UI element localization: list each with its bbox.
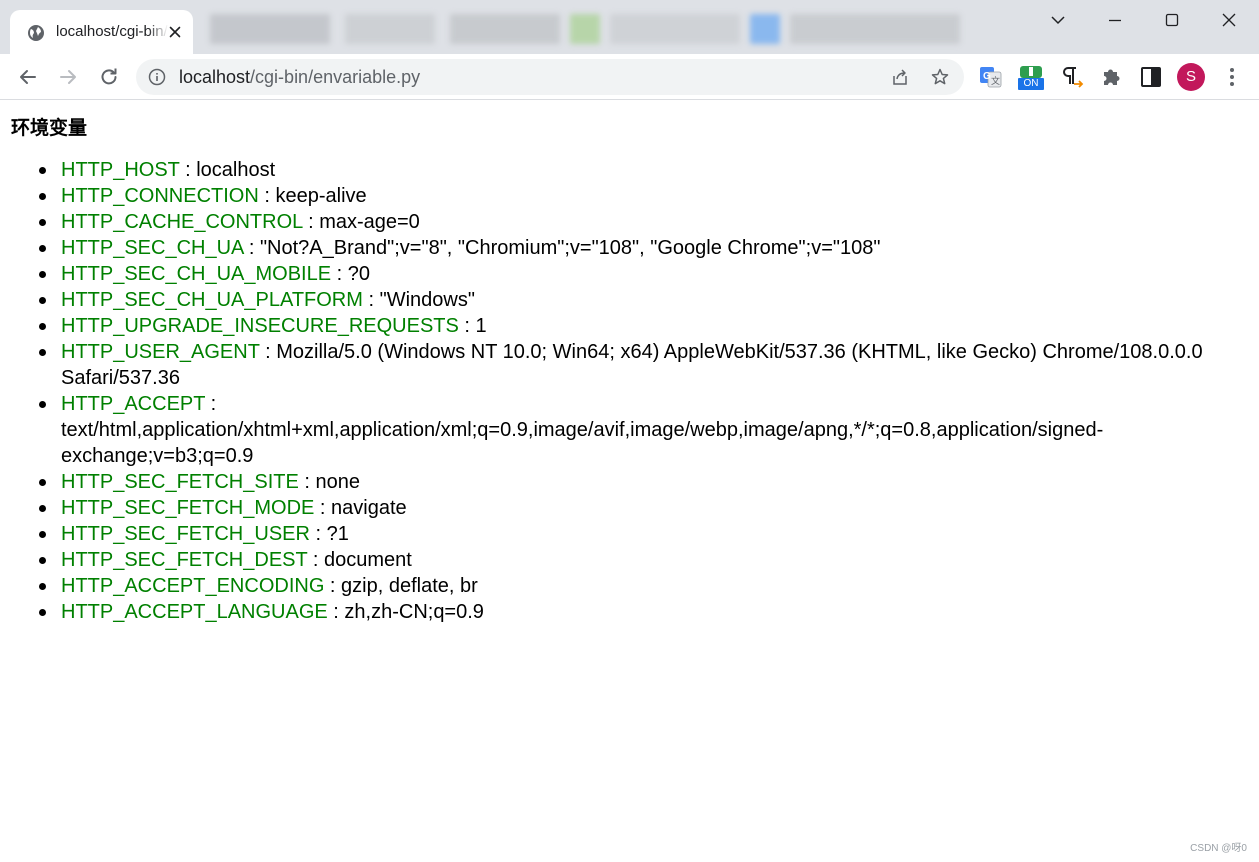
env-var-list: HTTP_HOST : localhost HTTP_CONNECTION : k… [39,157,1241,625]
env-var-key: HTTP_USER_AGENT [61,341,260,363]
env-var-value: "Windows" [379,289,475,311]
tab-strip: localhost/cgi-bin/envariable.py [0,0,1259,54]
env-var-key: HTTP_ACCEPT_ENCODING [61,575,325,597]
svg-text:G: G [983,71,991,82]
env-var-item: HTTP_SEC_FETCH_DEST : document [39,547,1241,573]
env-var-value: keep-alive [275,185,367,207]
chevron-down-icon[interactable] [1046,8,1070,32]
browser-window: localhost/cgi-bin/envariable.py [0,0,1259,862]
forward-arrow-icon[interactable] [55,64,81,90]
toggle-extension-badge: ON [1018,78,1044,90]
maximize-icon[interactable] [1160,8,1184,32]
env-var-value: localhost [196,159,276,181]
env-var-key: HTTP_UPGRADE_INSECURE_REQUESTS [61,315,459,337]
env-var-item: HTTP_ACCEPT_LANGUAGE : zh,zh-CN;q=0.9 [39,599,1241,625]
env-var-item: HTTP_SEC_FETCH_MODE : navigate [39,495,1241,521]
env-var-value: document [324,549,412,571]
window-close-icon[interactable] [1217,8,1241,32]
env-var-key: HTTP_SEC_CH_UA_MOBILE [61,263,332,285]
env-var-key: HTTP_SEC_CH_UA_PLATFORM [61,289,363,311]
env-var-value: text/html,application/xhtml+xml,applicat… [61,419,1104,467]
env-var-value: gzip, deflate, br [341,575,478,597]
back-arrow-icon[interactable] [15,64,41,90]
env-var-key: HTTP_SEC_FETCH_DEST [61,549,308,571]
env-var-value: max-age=0 [319,211,420,233]
address-url[interactable]: localhost/cgi-bin/envariable.py [179,67,420,88]
side-panel-icon[interactable] [1138,64,1164,90]
env-var-item: HTTP_SEC_FETCH_USER : ?1 [39,521,1241,547]
browser-toolbar: localhost/cgi-bin/envariable.py G 文 ON S [0,54,1259,100]
minimize-icon[interactable] [1103,8,1127,32]
blurred-background-tabs [205,14,965,44]
env-var-item: HTTP_HOST : localhost [39,157,1241,183]
env-var-key: HTTP_SEC_FETCH_SITE [61,471,299,493]
env-var-value: "Not?A_Brand";v="8", "Chromium";v="108",… [259,237,881,259]
page-content: 环境变量 HTTP_HOST : localhost HTTP_CONNECTIO… [0,100,1259,862]
env-var-item: HTTP_SEC_CH_UA : "Not?A_Brand";v="8", "C… [39,235,1241,261]
url-path: /cgi-bin/envariable.py [250,67,421,87]
env-var-key: HTTP_SEC_CH_UA [61,237,244,259]
address-bar[interactable]: localhost/cgi-bin/envariable.py [136,59,964,95]
env-var-key: HTTP_HOST [61,159,180,181]
env-var-value: ?1 [326,523,349,545]
page-title: 环境变量 [11,117,88,139]
env-var-key: HTTP_SEC_FETCH_USER [61,523,310,545]
url-host: localhost [179,67,251,87]
watermark: CSDN @呀0 [1190,843,1247,854]
close-icon[interactable] [166,23,184,41]
active-tab[interactable]: localhost/cgi-bin/envariable.py [10,10,193,54]
env-var-value: navigate [331,497,407,519]
toggle-extension-icon[interactable]: ON [1018,64,1044,90]
env-var-value: ?0 [347,263,370,285]
env-var-item: HTTP_USER_AGENT : Mozilla/5.0 (Windows N… [39,339,1241,391]
globe-icon [28,25,44,41]
env-var-item: HTTP_SEC_CH_UA_MOBILE : ?0 [39,261,1241,287]
tab-title: localhost/cgi-bin/envariable.py [56,23,168,40]
env-var-key: HTTP_ACCEPT [61,393,206,415]
env-var-item: HTTP_SEC_CH_UA_PLATFORM : "Windows" [39,287,1241,313]
env-var-value: zh,zh-CN;q=0.9 [344,601,484,623]
svg-text:文: 文 [991,75,1000,86]
puzzle-icon[interactable] [1099,64,1125,90]
kebab-menu-icon[interactable] [1219,64,1245,90]
avatar[interactable]: S [1177,63,1205,91]
env-var-item: HTTP_CONNECTION : keep-alive [39,183,1241,209]
reload-icon[interactable] [96,64,122,90]
env-var-item: HTTP_ACCEPT : text/html,application/xhtm… [39,391,1241,469]
env-var-item: HTTP_UPGRADE_INSECURE_REQUESTS : 1 [39,313,1241,339]
env-var-item: HTTP_CACHE_CONTROL : max-age=0 [39,209,1241,235]
star-icon[interactable] [930,67,950,87]
env-var-key: HTTP_CACHE_CONTROL [61,211,303,233]
translate-icon[interactable]: G 文 [978,64,1004,90]
env-var-key: HTTP_ACCEPT_LANGUAGE [61,601,328,623]
env-var-key: HTTP_SEC_FETCH_MODE [61,497,315,519]
env-var-item: HTTP_SEC_FETCH_SITE : none [39,469,1241,495]
pilcrow-icon[interactable] [1059,64,1085,90]
info-icon[interactable] [148,68,166,86]
env-var-item: HTTP_ACCEPT_ENCODING : gzip, deflate, br [39,573,1241,599]
env-var-value: none [315,471,361,493]
env-var-key: HTTP_CONNECTION [61,185,259,207]
env-var-value: 1 [475,315,487,337]
share-icon[interactable] [890,67,910,87]
